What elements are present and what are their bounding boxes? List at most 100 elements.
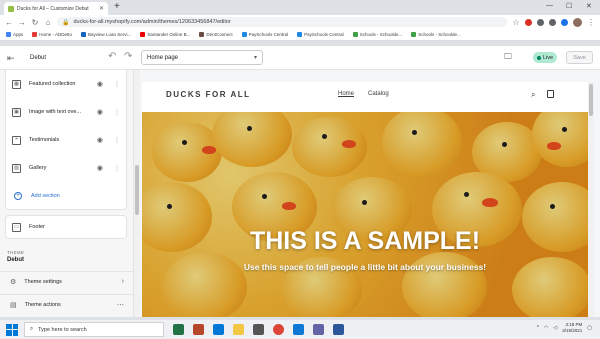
section-label: Gallery (29, 165, 47, 171)
teams-icon[interactable] (313, 324, 324, 335)
back-icon[interactable]: ← (5, 18, 13, 27)
theme-actions-label: Theme actions (24, 301, 61, 308)
nav-link-catalog[interactable]: Catalog (368, 91, 389, 97)
sidebar-scrollbar-thumb[interactable] (135, 165, 139, 215)
drag-handle-icon[interactable]: ⋮ (114, 137, 120, 144)
chrome-icon[interactable] (273, 324, 284, 335)
cart-icon[interactable] (547, 90, 554, 98)
chevron-up-icon[interactable]: ^ (537, 325, 539, 331)
taskbar-search-input[interactable]: ⌕ Type here to search (24, 322, 164, 337)
wifi-icon[interactable]: ◠ (544, 325, 548, 331)
extension-pdf-icon[interactable] (525, 18, 532, 26)
notifications-icon[interactable]: ▢ (587, 325, 592, 331)
bookmark-item[interactable]: Schools - Schoolde... (411, 32, 461, 37)
bookmark-item[interactable]: Home - ADDetto (32, 32, 72, 37)
home-icon[interactable]: ⌂ (44, 18, 52, 27)
page-selector-value: Home page (147, 54, 179, 61)
bookmark-item[interactable]: Bayview Loan Servi... (81, 32, 131, 37)
theme-settings-row[interactable]: ⚙ Theme settings › (0, 271, 133, 291)
bookmark-item[interactable]: Apps (6, 32, 23, 37)
bookmark-item[interactable]: Schools - Schoolde... (352, 32, 402, 37)
bookmark-favicon-icon (81, 32, 87, 37)
lock-icon: 🔒 (62, 19, 70, 26)
close-window-icon[interactable]: ✕ (586, 2, 592, 10)
bookmark-favicon-icon (140, 32, 146, 37)
add-section-label: Add section (31, 193, 60, 199)
eye-icon[interactable]: ◉ (97, 80, 103, 88)
extension-blue-icon[interactable] (561, 18, 568, 26)
search-icon[interactable]: ⌕ (531, 90, 535, 100)
redo-icon[interactable]: ↷ (124, 51, 132, 62)
exit-editor-icon[interactable]: ⇤ (7, 53, 15, 64)
eye-icon[interactable]: ◉ (97, 136, 103, 144)
reload-icon[interactable]: ↻ (31, 18, 39, 27)
profile-avatar[interactable] (573, 17, 582, 27)
theme-heading: THEME (7, 250, 25, 255)
extension-icon[interactable] (537, 18, 544, 26)
shopify-favicon-icon (8, 5, 14, 12)
add-section-button[interactable]: + Add section (6, 182, 126, 210)
eye-icon[interactable]: ◉ (97, 164, 103, 172)
file-explorer-icon[interactable] (233, 324, 244, 335)
browser-tab[interactable]: Ducks for All – Customize Debut ✕ (4, 2, 108, 15)
forward-icon[interactable]: → (18, 18, 26, 27)
preview-scrollbar[interactable] (588, 82, 594, 317)
chevron-right-icon: › (121, 278, 124, 285)
extensions-puzzle-icon[interactable] (549, 18, 556, 26)
nav-link-home[interactable]: Home (338, 91, 354, 97)
bookmark-item[interactable]: PaySchools Central (297, 32, 344, 37)
more-menu-icon[interactable]: ⋮ (587, 18, 595, 27)
desktop-preview-icon[interactable]: 🖵 (504, 52, 512, 62)
store-header: DUCKS FOR ALL Home Catalog ⌕ (142, 82, 588, 112)
undo-icon[interactable]: ↶ (108, 51, 116, 62)
section-item-image-with-text-overlay[interactable]: ▣ Image with text ove... ◉ ⋮ (6, 98, 126, 126)
word-icon[interactable] (333, 324, 344, 335)
maximize-icon[interactable]: ☐ (566, 2, 572, 10)
eye-icon[interactable]: ◉ (97, 108, 103, 116)
clock[interactable]: 3:18 PM 3/19/2021 (562, 322, 582, 334)
store-brand[interactable]: DUCKS FOR ALL (166, 90, 251, 99)
section-item-gallery[interactable]: ▨ Gallery ◉ ⋮ (6, 154, 126, 182)
more-horizontal-icon[interactable]: ⋯ (117, 301, 124, 309)
editor-top-bar: ⇤ Debut ↶ ↷ Home page ▾ 🖵 Live Save (0, 46, 600, 70)
close-tab-icon[interactable]: ✕ (99, 5, 104, 12)
bookmark-item[interactable]: DentConnect (199, 32, 233, 37)
clock-date: 3/19/2021 (562, 328, 583, 333)
bookmark-star-icon[interactable]: ☆ (512, 18, 520, 27)
sections-sidebar: ▦ Featured collection ◉ ⋮ ▣ Image with t… (0, 70, 134, 317)
sections-list: ▦ Featured collection ◉ ⋮ ▣ Image with t… (5, 70, 127, 210)
preview-scrollbar-thumb[interactable] (589, 84, 593, 116)
tab-title: Ducks for All – Customize Debut (17, 5, 89, 12)
bookmark-favicon-icon (411, 32, 417, 37)
grid-icon: ▦ (12, 79, 21, 89)
url-text: ducks-for-all.myshopify.com/admin/themes… (73, 19, 231, 25)
store-icon[interactable] (253, 324, 264, 335)
minimize-icon[interactable]: — (546, 2, 553, 9)
outlook-icon[interactable] (293, 324, 304, 335)
save-button[interactable]: Save (566, 51, 593, 64)
theme-settings-label: Theme settings (24, 278, 62, 285)
excel-icon[interactable] (173, 324, 184, 335)
section-item-featured-collection[interactable]: ▦ Featured collection ◉ ⋮ (6, 70, 126, 98)
bookmark-item[interactable]: PaySchools Central (241, 32, 288, 37)
edge-icon[interactable] (213, 324, 224, 335)
drag-handle-icon[interactable]: ⋮ (114, 81, 120, 88)
bookmark-item[interactable]: Santander Online B... (140, 32, 190, 37)
hero-title: THIS IS A SAMPLE! (249, 227, 481, 255)
footer-icon: ▭ (12, 222, 21, 232)
page-selector[interactable]: Home page ▾ (141, 50, 263, 65)
new-tab-button[interactable]: + (114, 1, 120, 12)
volume-icon[interactable]: ◁ (553, 325, 557, 331)
chevron-down-icon: ▾ (253, 55, 257, 61)
live-status-label: Live (543, 54, 554, 61)
theme-actions-row[interactable]: ▤ Theme actions ⋯ (0, 294, 133, 314)
windows-start-icon[interactable] (6, 323, 18, 336)
drag-handle-icon[interactable]: ⋮ (114, 165, 120, 172)
address-bar[interactable]: 🔒 ducks-for-all.myshopify.com/admin/them… (57, 17, 507, 27)
powerpoint-icon[interactable] (193, 324, 204, 335)
system-tray: ^ ◠ ◁ 3:18 PM 3/19/2021 ▢ (537, 322, 592, 334)
section-item-testimonials[interactable]: ❝ Testimonials ◉ ⋮ (6, 126, 126, 154)
drag-handle-icon[interactable]: ⋮ (114, 109, 120, 116)
section-label: Image with text ove... (29, 109, 81, 115)
footer-section[interactable]: ▭ Footer (5, 215, 127, 239)
